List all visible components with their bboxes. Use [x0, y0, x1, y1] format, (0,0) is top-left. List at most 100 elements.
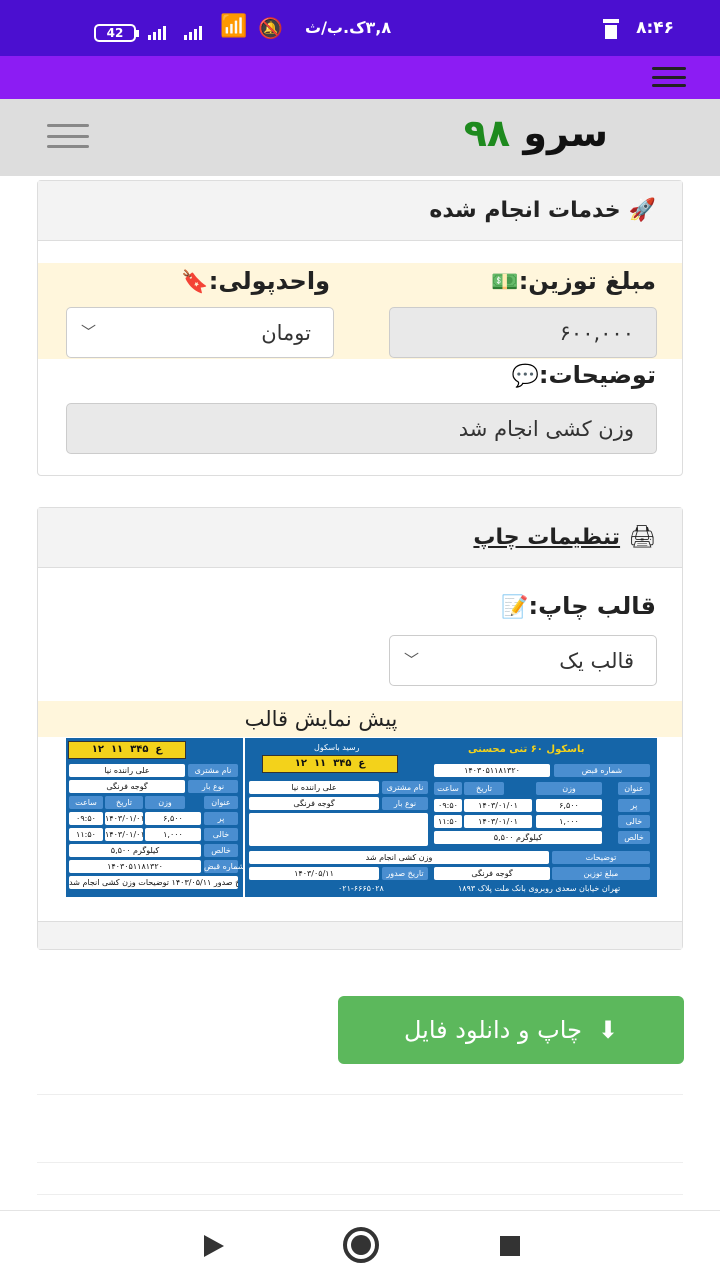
small-col: عنوان: [204, 796, 238, 809]
currency-label: واحدپولی:🔖: [181, 267, 330, 295]
large-notes-label: توضیحات: [552, 851, 650, 864]
brand-number: ۹۸: [463, 111, 511, 155]
large-col: عنوان: [618, 782, 650, 795]
small-cargo: گوجه فرنگی: [69, 780, 185, 793]
large-cell: ۱۴۰۳/۰۱/۰۱: [464, 799, 532, 812]
app-bar: [0, 56, 720, 99]
home-icon[interactable]: [343, 1227, 379, 1263]
small-serial-label: شماره قبض: [204, 860, 245, 873]
weigh-amount-field[interactable]: ۶۰۰,۰۰۰: [389, 307, 657, 358]
status-carrier: ۳,۸ک.ب/ث: [305, 18, 392, 37]
services-card-header: خدمات انجام شده 🚀: [38, 181, 682, 241]
small-cell: خالی: [204, 828, 238, 841]
back-icon[interactable]: [204, 1235, 224, 1257]
small-cargo-label: نوع بار: [188, 780, 238, 793]
small-net: ۵,۵۰۰ کیلوگرم: [69, 844, 201, 857]
large-issue-date: ۱۴۰۳/۰۵/۱۱: [249, 867, 379, 880]
nav-menu-icon[interactable]: [47, 124, 89, 148]
divider: [37, 1194, 683, 1195]
status-bar: ۸:۴۶ ۳,۸ک.ب/ث 🔕 📶 42: [0, 0, 720, 56]
chevron-down-icon: ﹀: [81, 323, 97, 341]
currency-select[interactable]: تومان ﹀: [66, 307, 334, 358]
template-label: قالب چاپ:📝: [501, 592, 656, 620]
description-label: توضیحات:💬: [511, 361, 656, 389]
large-cargo-2: گوجه فرنگی: [434, 867, 550, 880]
small-serial: ۱۴۰۳۰۵۱۱۸۱۳۲۰: [69, 860, 201, 873]
large-cargo-label: نوع بار: [382, 797, 428, 810]
template-preview-image: ۱۲ ع ۳۴۵ ۱۱ علی راننده نیا نام مشتری گوج…: [66, 738, 657, 897]
brand-bar: سرو ۹۸: [0, 99, 720, 176]
large-issue-label: تاریخ صدور: [382, 867, 428, 880]
large-net: ۵,۵۰۰ کیلوگرم: [434, 831, 602, 844]
signal-icon: [184, 24, 202, 40]
print-settings-card: تنظیمات چاپ 🖨 قالب چاپ:📝 قالب یک ﹀ پیش ن…: [37, 507, 683, 950]
large-cell: خالی: [618, 815, 650, 828]
money-icon: 💵: [491, 270, 519, 295]
plate-number-small: ۱۲ ع ۳۴۵ ۱۱: [68, 741, 186, 759]
receipt-title: رسید باسکول: [314, 743, 360, 752]
print-card-footer: [38, 921, 682, 949]
small-footer: تاریخ صدور ۱۴۰۳/۰۵/۱۱ توضیحات وزن کشی ان…: [69, 876, 238, 889]
template-select-value: قالب یک: [559, 648, 634, 673]
divider: [37, 1094, 683, 1095]
small-col: تاریخ: [105, 796, 143, 809]
small-cell: ۱۴۰۳/۰۱/۰۱: [105, 812, 143, 825]
brand-logo: سرو ۹۸: [464, 111, 608, 155]
sticky-note-icon: 📝: [501, 595, 529, 620]
large-cell: ۶,۵۰۰: [536, 799, 602, 812]
description-field[interactable]: وزن کشی انجام شد: [66, 403, 657, 454]
print-download-button[interactable]: ⬇ چاپ و دانلود فایل: [338, 996, 684, 1064]
download-icon: ⬇: [597, 1016, 619, 1044]
large-cell: پر: [618, 799, 650, 812]
large-serial: ۱۴۰۳۰۵۱۱۸۱۳۲۰: [434, 764, 550, 777]
currency-select-value: تومان: [261, 320, 311, 345]
large-cell: ۰۹:۵۰: [434, 799, 462, 812]
large-cargo: گوجه فرنگی: [249, 797, 379, 810]
small-cell: ۱,۰۰۰: [145, 828, 201, 841]
large-col: ساعت: [434, 782, 462, 795]
template-select[interactable]: قالب یک ﹀: [389, 635, 657, 686]
chevron-down-icon: ﹀: [404, 651, 420, 669]
trash-icon: [602, 19, 620, 39]
rocket-icon: 🚀: [628, 198, 656, 223]
large-net-label: خالص: [618, 831, 650, 844]
small-col: وزن: [145, 796, 185, 809]
recent-apps-icon[interactable]: [500, 1236, 520, 1256]
small-customer-label: نام مشتری: [188, 764, 238, 777]
print-download-label: چاپ و دانلود فایل: [403, 1016, 582, 1044]
large-phone: ۰۲۱-۶۶۶۵۰۲۸: [338, 884, 384, 893]
small-cell: پر: [204, 812, 238, 825]
print-settings-title[interactable]: تنظیمات چاپ: [473, 525, 620, 550]
menu-icon[interactable]: [652, 67, 686, 87]
small-net-label: خالص: [204, 844, 238, 857]
small-cell: ۰۹:۵۰: [69, 812, 103, 825]
weigh-amount-label: مبلغ توزین:💵: [491, 267, 656, 295]
small-cell: ۱۴۰۳/۰۱/۰۱: [105, 828, 143, 841]
services-card: خدمات انجام شده 🚀 مبلغ توزین:💵 واحدپولی:…: [37, 180, 683, 476]
large-serial-label: شماره قبض: [554, 764, 650, 777]
signal-icon: [148, 24, 166, 40]
large-terms: [249, 813, 428, 846]
plate-number-large: ۱۲ ع ۳۴۵ ۱۱: [262, 755, 398, 773]
brand-name: سرو: [523, 111, 608, 155]
divider: [37, 1162, 683, 1163]
large-driver: علی راننده نیا: [249, 781, 379, 794]
template-preview-label: پیش نمایش قالب: [38, 701, 682, 737]
system-nav-bar: [0, 1210, 720, 1280]
large-notes: وزن کشی انجام شد: [249, 851, 549, 864]
status-time: ۸:۴۶: [636, 18, 674, 38]
small-col: ساعت: [69, 796, 103, 809]
small-cell: ۶,۵۰۰: [145, 812, 201, 825]
large-cell: ۱۴۰۳/۰۱/۰۱: [464, 815, 532, 828]
printer-icon: 🖨: [628, 525, 656, 550]
battery-icon: 42: [94, 24, 139, 42]
receipt-divider: [243, 738, 245, 897]
wifi-icon: 📶: [220, 14, 248, 39]
bell-muted-icon: 🔕: [258, 16, 283, 40]
services-title: خدمات انجام شده: [429, 198, 621, 223]
bookmark-icon: 🔖: [181, 270, 209, 295]
large-col: تاریخ: [464, 782, 504, 795]
small-cell: ۱۱:۵۰: [69, 828, 103, 841]
large-cell: ۱۱:۵۰: [434, 815, 462, 828]
comment-icon: 💬: [511, 364, 539, 389]
